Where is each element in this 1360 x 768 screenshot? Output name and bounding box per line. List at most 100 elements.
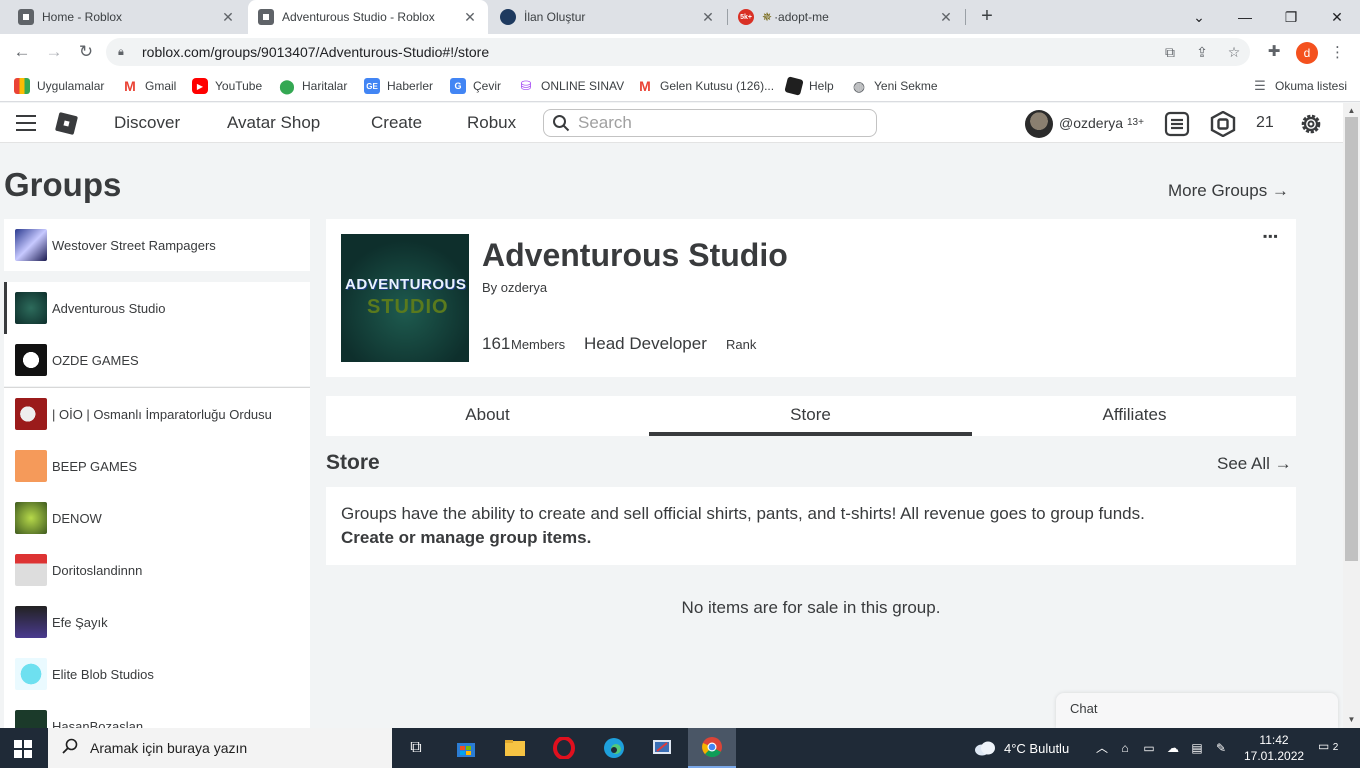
- reload-icon[interactable]: ↻: [74, 40, 98, 64]
- settings-gear-icon[interactable]: [1298, 111, 1324, 137]
- pen-workspace-icon[interactable]: ✎: [1213, 740, 1229, 756]
- close-tab-icon[interactable]: ✕: [938, 9, 954, 26]
- address-bar[interactable]: 🔒︎ roblox.com/groups/9013407/Adventurous…: [106, 38, 1250, 66]
- close-tab-icon[interactable]: ✕: [700, 9, 716, 26]
- bookmark-online-sinav[interactable]: ⛁ ONLINE SINAV: [518, 76, 625, 96]
- taskbar-search-box[interactable]: Aramak için buraya yazın: [48, 728, 392, 768]
- robux-balance: 21: [1256, 114, 1274, 131]
- group-thumbnail: [15, 658, 47, 690]
- bookmark-translate[interactable]: G Çevir: [450, 76, 501, 96]
- browser-tab-home-roblox[interactable]: Home - Roblox ✕: [8, 0, 246, 34]
- onedrive-cloud-icon[interactable]: ☁: [1165, 740, 1181, 756]
- hamburger-menu-icon[interactable]: [16, 115, 36, 131]
- bookmark-label: Haritalar: [302, 79, 348, 93]
- chat-bar[interactable]: Chat: [1056, 693, 1338, 728]
- page-scrollbar[interactable]: ▲ ▼: [1343, 103, 1360, 728]
- minimize-window-icon[interactable]: —: [1222, 0, 1268, 34]
- windows-start-icon[interactable]: [14, 740, 32, 758]
- close-tab-icon[interactable]: ✕: [462, 9, 478, 26]
- sidebar-group-efe-sayik[interactable]: Efe Şayık: [4, 596, 310, 648]
- sparkle-icon: ✵: [762, 10, 773, 24]
- tab-search-chevron-icon[interactable]: ⌄: [1176, 0, 1222, 34]
- bookmark-help[interactable]: Help: [784, 76, 834, 96]
- url-text: roblox.com/groups/9013407/Adventurous-St…: [142, 44, 490, 60]
- sidebar-group-elite-blob[interactable]: Elite Blob Studios: [4, 648, 310, 700]
- close-tab-icon[interactable]: ✕: [220, 9, 236, 26]
- tab-store[interactable]: Store: [649, 396, 972, 436]
- show-hidden-icons-chevron-icon[interactable]: ︿: [1094, 740, 1110, 756]
- meet-now-icon[interactable]: ⌂: [1117, 740, 1133, 756]
- sidebar-group-oio[interactable]: | OİO | Osmanlı İmparatorluğu Ordusu: [4, 388, 310, 440]
- sidebar-group-hasanbozaslan[interactable]: HasanBozaslan: [4, 700, 310, 728]
- taskbar-clock[interactable]: 11:42 17.01.2022: [1244, 732, 1304, 764]
- scroll-up-arrow-icon[interactable]: ▲: [1347, 106, 1356, 115]
- network-icon[interactable]: ▤: [1189, 740, 1205, 756]
- user-avatar[interactable]: [1025, 110, 1053, 138]
- close-window-icon[interactable]: ✕: [1314, 0, 1360, 34]
- nav-create[interactable]: Create: [371, 113, 422, 133]
- sidebar-group-westover[interactable]: Westover Street Rampagers: [4, 219, 310, 271]
- more-options-icon[interactable]: ▪▪▪: [1263, 229, 1279, 243]
- reading-list-label: Okuma listesi: [1275, 79, 1348, 93]
- file-explorer-icon[interactable]: [501, 734, 529, 762]
- bookmark-star-icon[interactable]: ☆: [1224, 42, 1244, 62]
- see-all-link[interactable]: See All →: [1217, 454, 1292, 474]
- microsoft-store-icon[interactable]: [452, 734, 480, 762]
- sidebar-group-adventurous-studio[interactable]: Adventurous Studio: [4, 282, 310, 334]
- new-tab-button[interactable]: +: [976, 5, 998, 27]
- browser-tab-adopt-me[interactable]: 5k+ ✵ ·adopt-me ✕: [728, 0, 964, 34]
- sidebar-group-ozde-games[interactable]: OZDE GAMES: [4, 334, 310, 386]
- task-view-icon[interactable]: ⧉: [402, 734, 430, 762]
- username[interactable]: @ozderya: [1059, 115, 1123, 131]
- robux-icon[interactable]: [1210, 110, 1236, 138]
- nav-avatar-shop[interactable]: Avatar Shop: [227, 113, 320, 133]
- notification-count: 2: [1332, 742, 1339, 753]
- group-name: Adventurous Studio: [52, 300, 166, 316]
- weather-text[interactable]: 4°C Bulutlu: [1004, 741, 1069, 756]
- opera-icon[interactable]: [550, 734, 578, 762]
- browser-menu-icon[interactable]: ⋮: [1330, 42, 1345, 64]
- translate-page-icon[interactable]: ⧉: [1160, 42, 1180, 62]
- browser-tab-adventurous-studio[interactable]: Adventurous Studio - Roblox ✕: [248, 0, 488, 34]
- control-panel-icon[interactable]: [648, 734, 676, 762]
- roblox-favicon-icon: [258, 9, 274, 25]
- chrome-icon[interactable]: [688, 728, 736, 768]
- nav-robux[interactable]: Robux: [467, 113, 516, 133]
- nav-discover[interactable]: Discover: [114, 113, 180, 133]
- share-icon[interactable]: ⇪: [1192, 42, 1212, 62]
- scroll-thumb[interactable]: [1345, 117, 1358, 561]
- bookmark-apps[interactable]: Uygulamalar: [14, 76, 104, 96]
- roblox-logo-icon[interactable]: [54, 111, 79, 136]
- bookmark-maps[interactable]: ⬤ Haritalar: [279, 76, 347, 96]
- bookmark-new-tab[interactable]: ◍ Yeni Sekme: [851, 76, 938, 96]
- extensions-puzzle-icon[interactable]: ✚: [1264, 42, 1284, 62]
- browser-tab-ilan-olustur[interactable]: İlan Oluştur ✕: [490, 0, 726, 34]
- messages-icon[interactable]: [1164, 111, 1190, 137]
- bookmark-inbox[interactable]: M Gelen Kutusu (126)...: [637, 76, 774, 96]
- manage-group-items-link[interactable]: Create or manage group items.: [341, 526, 1281, 550]
- search-input[interactable]: [578, 113, 858, 133]
- bookmark-news[interactable]: GE Haberler: [364, 76, 433, 96]
- profile-avatar[interactable]: d: [1296, 42, 1318, 64]
- bookmark-gmail[interactable]: M Gmail: [122, 76, 176, 96]
- scroll-down-arrow-icon[interactable]: ▼: [1347, 715, 1356, 724]
- battery-icon[interactable]: ▭: [1141, 740, 1157, 756]
- back-arrow-icon[interactable]: ←: [10, 40, 34, 64]
- browser-tab-title: Home - Roblox: [42, 10, 123, 24]
- bookmark-youtube[interactable]: ▶ YouTube: [192, 76, 262, 96]
- forward-arrow-icon[interactable]: →: [42, 40, 66, 64]
- reading-list[interactable]: ☰ Okuma listesi: [1252, 76, 1347, 96]
- cloud-weather-icon[interactable]: [973, 739, 997, 757]
- restore-window-icon[interactable]: ❐: [1268, 0, 1314, 34]
- notification-center[interactable]: ▭ 2: [1318, 739, 1340, 757]
- group-owner-link[interactable]: ozderya: [501, 280, 547, 295]
- more-groups-link[interactable]: More Groups →: [1168, 181, 1289, 201]
- edge-icon[interactable]: [600, 734, 628, 762]
- sidebar-group-denow[interactable]: DENOW: [4, 492, 310, 544]
- sidebar-group-doritoslandinnn[interactable]: Doritoslandinnn: [4, 544, 310, 596]
- tab-about[interactable]: About: [326, 396, 649, 436]
- sidebar-group-beep-games[interactable]: BEEP GAMES: [4, 440, 310, 492]
- group-header-card: ADVENTUROUS STUDIO Adventurous Studio By…: [326, 219, 1296, 377]
- tab-affiliates[interactable]: Affiliates: [973, 396, 1296, 436]
- store-heading: Store: [326, 451, 380, 474]
